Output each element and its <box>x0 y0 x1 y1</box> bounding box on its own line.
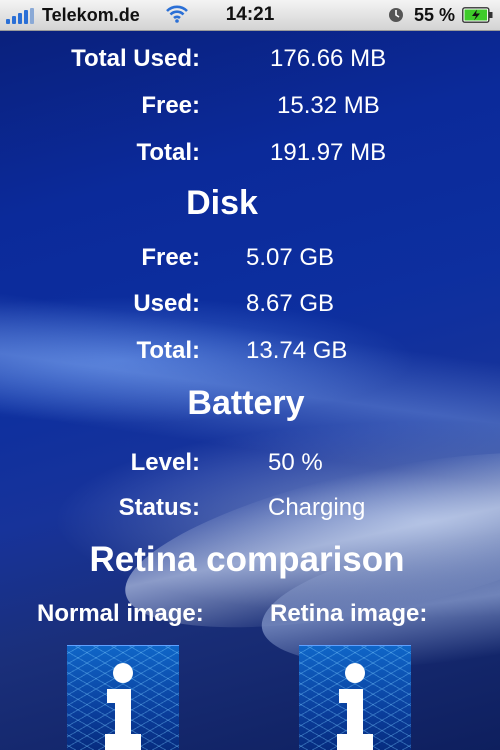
info-icon <box>105 663 141 750</box>
battery-status-row: Status: Charging <box>0 491 500 525</box>
row-value: 13.74 GB <box>246 337 348 364</box>
retina-image-label: Retina image: <box>270 600 428 627</box>
disk-total-row: Total: 13.74 GB <box>0 334 500 368</box>
battery-title: Battery <box>187 384 305 422</box>
row-label: Total Used: <box>71 45 200 72</box>
row-value: 15.32 MB <box>277 92 380 119</box>
row-label: Free: <box>141 244 200 271</box>
info-icon <box>337 663 373 750</box>
memory-total-row: Total: 191.97 MB <box>0 136 500 170</box>
retina-info-image <box>299 645 411 750</box>
clock-icon <box>388 7 404 28</box>
screen: Telekom.de 14:21 55 % Total Used: 176.66… <box>0 0 500 750</box>
battery-level-row: Level: 50 % <box>0 446 500 480</box>
row-value: 50 % <box>268 449 323 476</box>
normal-image-label: Normal image: <box>37 600 204 627</box>
status-bar: Telekom.de 14:21 55 % <box>0 0 500 31</box>
row-value: Charging <box>268 494 366 521</box>
normal-info-image <box>67 645 179 750</box>
row-label: Total: <box>136 139 200 166</box>
row-label: Level: <box>130 449 200 476</box>
retina-title: Retina comparison <box>89 540 405 579</box>
row-label: Free: <box>141 92 200 119</box>
disk-title: Disk <box>186 184 258 222</box>
row-label: Total: <box>136 337 200 364</box>
row-value: 8.67 GB <box>246 290 335 317</box>
memory-free-row: Free: 15.32 MB <box>0 89 500 123</box>
memory-total-used-row: Total Used: 176.66 MB <box>0 42 500 76</box>
disk-used-row: Used: 8.67 GB <box>0 287 500 321</box>
row-value: 5.07 GB <box>246 244 335 271</box>
row-label: Status: <box>118 494 200 521</box>
battery-percent: 55 % <box>414 5 456 25</box>
battery-charging-icon <box>462 7 494 28</box>
row-value: 176.66 MB <box>270 45 387 72</box>
row-value: 191.97 MB <box>270 139 387 166</box>
row-label: Used: <box>133 290 200 317</box>
disk-free-row: Free: 5.07 GB <box>0 241 500 275</box>
